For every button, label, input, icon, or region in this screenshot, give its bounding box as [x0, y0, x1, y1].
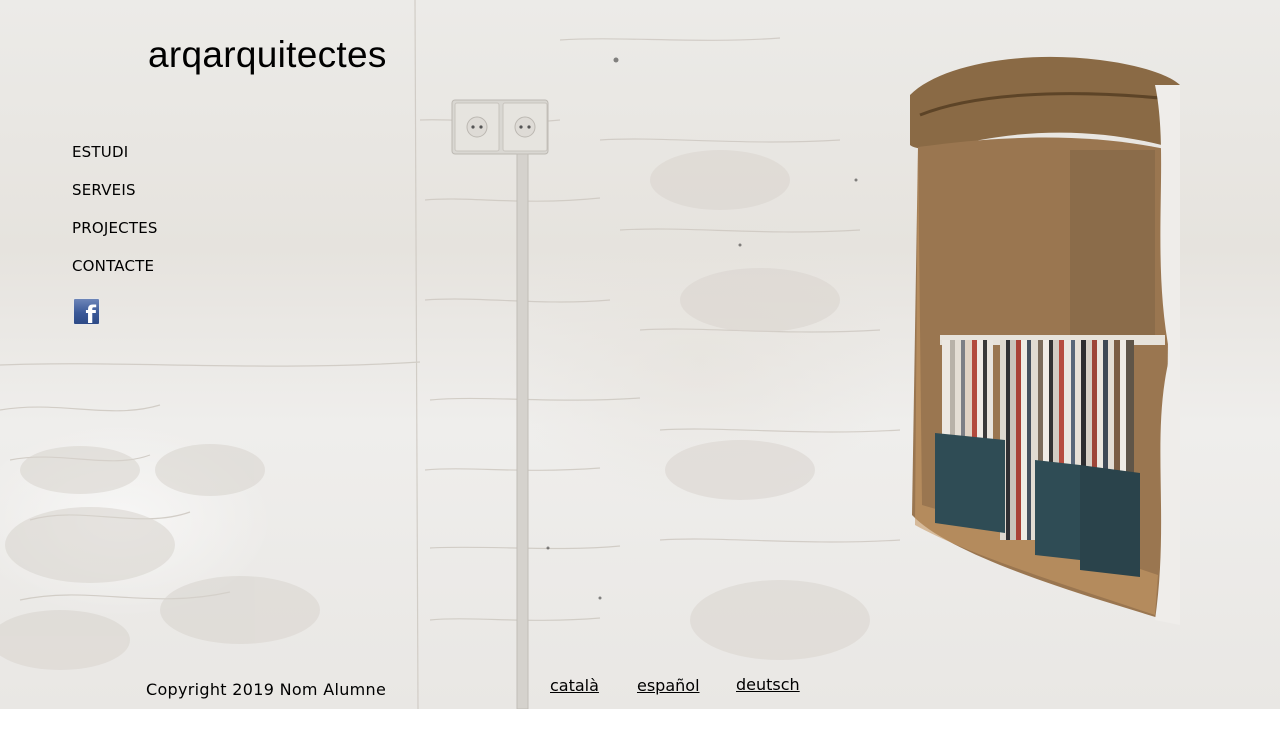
nav-link-serveis[interactable]: SERVEIS — [72, 181, 136, 199]
nav-link-projectes[interactable]: PROJECTES — [72, 219, 158, 237]
nav-link-estudi[interactable]: ESTUDI — [72, 143, 128, 161]
main-nav: ESTUDI SERVEIS PROJECTES CONTACTE — [72, 143, 158, 295]
language-link-espanol[interactable]: español — [637, 676, 700, 695]
nav-link-contacte[interactable]: CONTACTE — [72, 257, 154, 275]
facebook-glyph: f — [85, 301, 96, 325]
site-logo-title[interactable]: arqarquitectes — [148, 34, 387, 76]
facebook-icon[interactable]: f — [73, 298, 100, 325]
hero-background-image: arqarquitectes ESTUDI SERVEIS PROJECTES … — [0, 0, 1280, 709]
language-link-deutsch[interactable]: deutsch — [736, 675, 800, 694]
nav-item-contacte: CONTACTE — [72, 257, 158, 295]
nav-item-serveis: SERVEIS — [72, 181, 158, 219]
copyright-text: Copyright 2019 Nom Alumne — [146, 680, 387, 699]
language-link-catala[interactable]: català — [550, 676, 599, 695]
nav-item-projectes: PROJECTES — [72, 219, 158, 257]
wall-niche-with-books — [910, 56, 1180, 625]
nav-item-estudi: ESTUDI — [72, 143, 158, 181]
